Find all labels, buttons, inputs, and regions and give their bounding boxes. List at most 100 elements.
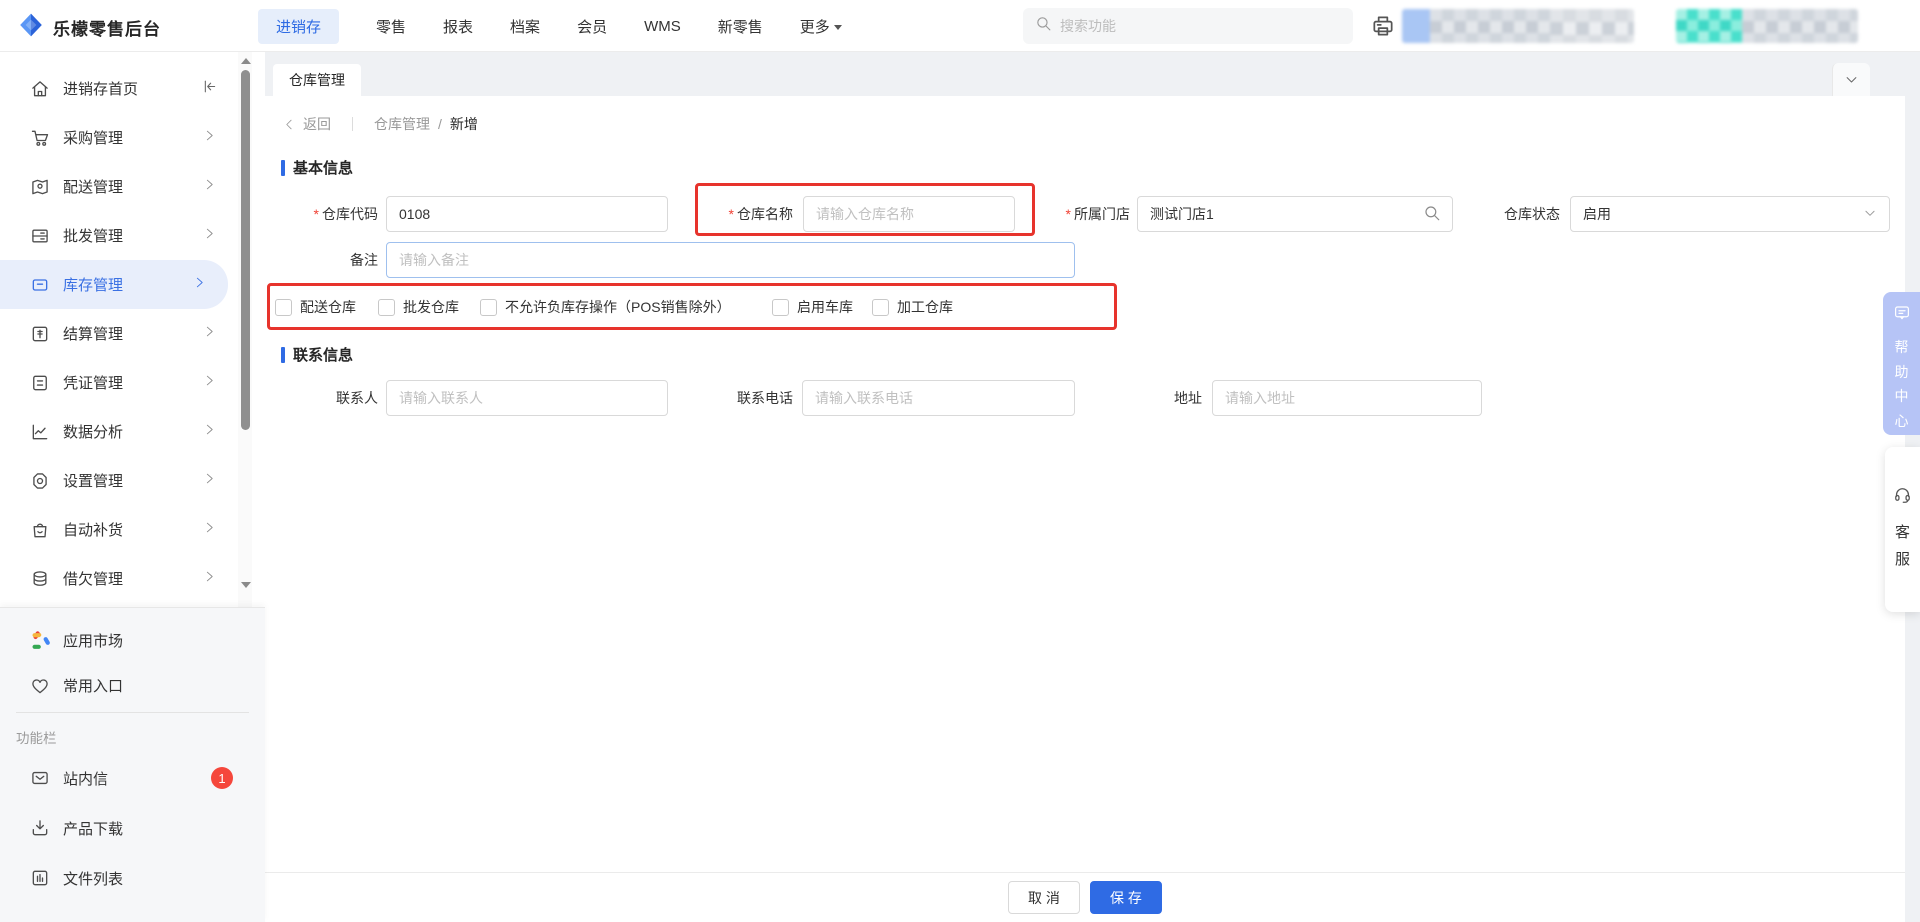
save-button[interactable]: 保 存 <box>1090 881 1162 914</box>
storage-box-icon <box>30 275 50 295</box>
chevron-right-icon <box>203 570 216 588</box>
headset-icon <box>1893 486 1912 510</box>
nav-item-more[interactable]: 更多 <box>800 16 842 37</box>
flag-enable-garage[interactable]: 启用车库 <box>772 297 853 317</box>
warehouse-name-input[interactable] <box>803 196 1015 232</box>
logo[interactable]: 乐檬零售后台 <box>18 12 161 43</box>
printer-icon[interactable] <box>1370 13 1396 44</box>
breadcrumb: 返回 仓库管理 / 新增 <box>283 112 478 136</box>
back-button[interactable]: 返回 <box>283 114 331 134</box>
wholesale-warehouse-checkbox[interactable] <box>378 298 395 316</box>
store-search-icon[interactable] <box>1423 204 1441 227</box>
nav-item-archives[interactable]: 档案 <box>510 16 540 37</box>
cart-icon <box>30 128 50 148</box>
sidebar-item-home[interactable]: 进销存首页 <box>0 64 238 113</box>
nav-item-members[interactable]: 会员 <box>577 16 607 37</box>
form-footer: 取 消 保 存 <box>265 872 1905 922</box>
help-center-widget[interactable]: 帮助中心 <box>1883 292 1920 435</box>
enable-garage-checkbox[interactable] <box>772 298 789 316</box>
contact-person-input[interactable] <box>386 380 668 416</box>
warehouse-code-label: * 仓库代码 <box>313 206 378 222</box>
sidebar-item-favorites[interactable]: 常用入口 <box>0 663 265 708</box>
file-list-icon <box>30 868 50 888</box>
logo-diamond-icon <box>18 12 44 43</box>
flag-no-negative-stock[interactable]: 不允许负库存操作（POS销售除外） <box>480 297 731 317</box>
flag-processing-warehouse[interactable]: 加工仓库 <box>872 297 953 317</box>
warehouse-flags-row: 配送仓库 批发仓库 不允许负库存操作（POS销售除外） 启用车库 加工仓库 <box>265 297 1125 317</box>
sidebar-collapse-icon[interactable] <box>202 78 218 99</box>
tabs-collapse-button[interactable] <box>1832 63 1870 96</box>
sidebar-bottom-section: 应用市场 常用入口 功能栏 站内信 1 产品下载 文件列表 <box>0 607 265 922</box>
chevron-right-icon <box>203 423 216 441</box>
address-label: 地址 <box>1174 390 1202 406</box>
sidebar-item-wholesale[interactable]: 批发管理 <box>0 211 238 260</box>
sidebar-item-data-analysis[interactable]: 数据分析 <box>0 407 238 456</box>
customer-service-label: 客服 <box>1895 524 1911 568</box>
remark-input[interactable] <box>386 242 1075 278</box>
nav-item-inventory-module[interactable]: 进销存 <box>258 8 340 44</box>
nav-item-wms[interactable]: WMS <box>644 18 681 35</box>
no-negative-stock-checkbox[interactable] <box>480 298 497 316</box>
sidebar-item-product-download[interactable]: 产品下载 <box>0 803 265 853</box>
sidebar-section-label: 功能栏 <box>16 731 57 746</box>
sidebar-item-file-list[interactable]: 文件列表 <box>0 853 265 903</box>
tab-warehouse-management[interactable]: 仓库管理 <box>273 64 361 96</box>
search-input[interactable] <box>1060 18 1320 34</box>
scroll-up-button[interactable] <box>241 58 251 64</box>
mail-icon <box>30 768 50 788</box>
customer-service-widget[interactable]: 客服 <box>1885 447 1920 612</box>
download-icon <box>30 818 50 838</box>
document-icon <box>30 373 50 393</box>
line-chart-icon <box>30 422 50 442</box>
flag-delivery-warehouse[interactable]: 配送仓库 <box>275 297 356 317</box>
nav-item-reports[interactable]: 报表 <box>443 16 473 37</box>
sidebar-scrollbar[interactable] <box>238 52 252 607</box>
function-search[interactable] <box>1023 8 1353 44</box>
contact-phone-input[interactable] <box>802 380 1075 416</box>
cancel-button[interactable]: 取 消 <box>1008 881 1080 914</box>
nav-item-new-retail[interactable]: 新零售 <box>718 16 763 37</box>
sidebar-item-credit[interactable]: 借欠管理 <box>0 554 238 603</box>
scrollbar-thumb[interactable] <box>240 70 250 430</box>
warehouse-code-input[interactable] <box>386 196 668 232</box>
section-accent-bar <box>281 346 285 363</box>
delivery-warehouse-checkbox[interactable] <box>275 298 292 316</box>
flag-wholesale-warehouse[interactable]: 批发仓库 <box>378 297 459 317</box>
scroll-down-button[interactable] <box>241 582 251 588</box>
tabbar: 仓库管理 <box>265 52 1920 96</box>
home-icon <box>30 79 50 99</box>
sidebar-item-inventory[interactable]: 库存管理 <box>0 260 228 309</box>
sidebar-item-settings[interactable]: 设置管理 <box>0 456 238 505</box>
sidebar-item-app-market[interactable]: 应用市场 <box>0 618 265 663</box>
sidebar-item-voucher[interactable]: 凭证管理 <box>0 358 238 407</box>
chevron-down-icon <box>1863 206 1877 223</box>
address-input[interactable] <box>1212 380 1482 416</box>
sidebar-item-delivery[interactable]: 配送管理 <box>0 162 238 211</box>
app-screen: 乐檬零售后台 进销存 零售 报表 档案 会员 WMS 新零售 更多 搜索功能 进… <box>0 0 1920 922</box>
breadcrumb-parent[interactable]: 仓库管理 <box>374 114 430 134</box>
status-value: 启用 <box>1583 206 1611 222</box>
breadcrumb-current: 新增 <box>449 116 478 132</box>
sidebar: 进销存首页 采购管理 配送管理 批发管理 库存管理 结算管理 凭证管理 数据分析… <box>0 52 265 922</box>
heart-icon <box>30 676 50 696</box>
logo-text: 乐檬零售后台 <box>53 20 161 39</box>
nav-item-retail[interactable]: 零售 <box>376 16 406 37</box>
status-select[interactable]: 启用 <box>1570 196 1890 232</box>
gear-icon <box>30 471 50 491</box>
chevron-right-icon <box>203 325 216 343</box>
chevron-right-icon <box>203 521 216 539</box>
chevron-right-icon <box>203 178 216 196</box>
chevron-right-icon <box>203 227 216 245</box>
sidebar-item-auto-replenish[interactable]: 自动补货 <box>0 505 238 554</box>
breadcrumb-separator: / <box>438 116 442 132</box>
store-select-input[interactable] <box>1137 196 1453 232</box>
map-pin-icon <box>30 177 50 197</box>
sidebar-item-settlement[interactable]: 结算管理 <box>0 309 238 358</box>
redacted-store-info <box>1676 9 1858 43</box>
contact-info-section-header: 联系信息 <box>281 344 353 365</box>
sidebar-item-inbox[interactable]: 站内信 1 <box>0 753 265 803</box>
remark-label: 备注 <box>350 252 378 268</box>
sidebar-item-purchase[interactable]: 采购管理 <box>0 113 238 162</box>
processing-warehouse-checkbox[interactable] <box>872 298 889 316</box>
status-label: 仓库状态 <box>1504 206 1560 222</box>
